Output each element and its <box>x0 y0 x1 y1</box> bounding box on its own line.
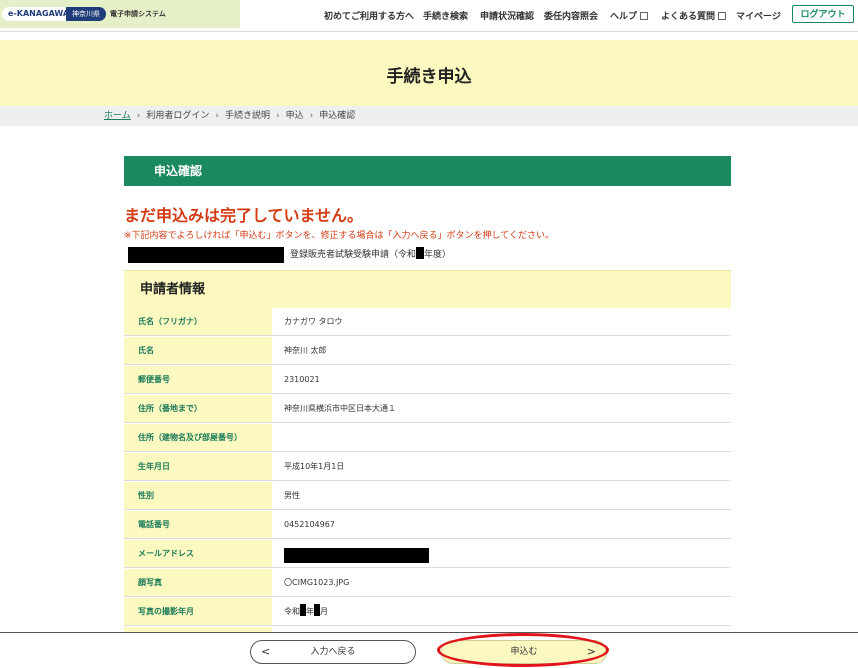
field-value: 0452104967 <box>284 520 335 529</box>
external-link-icon <box>640 11 649 20</box>
redacted-block <box>128 247 284 263</box>
back-to-input-button[interactable]: < 入力へ戻る <box>250 640 416 664</box>
highlight-circle <box>437 633 609 667</box>
site-logo[interactable]: e-KANAGAWA 神奈川県 電子申請システム <box>0 0 240 28</box>
logout-button[interactable]: ログアウト <box>792 5 854 23</box>
field-row-postal: 郵便番号 2310021 <box>124 366 731 394</box>
chevron-right-icon: › <box>309 111 314 121</box>
section-header: 申込確認 <box>124 156 731 186</box>
action-bar <box>0 632 858 668</box>
field-row-photo: 顔写真 〇CIMG1023.JPG <box>124 569 731 597</box>
back-button-label: 入力へ戻る <box>310 647 356 657</box>
breadcrumb-home-link[interactable]: ホーム <box>104 111 131 121</box>
field-row-photo-date: 写真の撮影年月 令和年月 <box>124 598 731 626</box>
warning-note: ※下記内容でよろしければ「申込む」ボタンを、修正する場合は「入力へ戻る」ボタンを… <box>124 231 555 241</box>
breadcrumb-item: 申込 <box>285 111 304 121</box>
field-row-building: 住所（建物名及び部屋番号） <box>124 424 731 452</box>
field-label: 郵便番号 <box>124 366 272 393</box>
field-value: 〇CIMG1023.JPG <box>284 578 350 587</box>
field-label: 生年月日 <box>124 453 272 480</box>
nav-application-status[interactable]: 申請状況確認 <box>480 0 534 31</box>
applicant-group-title: 申請者情報 <box>124 270 731 308</box>
field-value: 平成10年1月1日 <box>284 462 345 471</box>
field-label: 写真の撮影年月 <box>124 598 272 625</box>
field-label: 性別 <box>124 482 272 509</box>
nav-faq[interactable]: よくある質問 <box>661 0 727 31</box>
redacted-block <box>416 247 425 259</box>
field-label: 電話番号 <box>124 511 272 538</box>
field-row-gender: 性別 男性 <box>124 482 731 510</box>
redacted-block <box>284 548 429 563</box>
field-row-address: 住所（番地まで） 神奈川県横浜市中区日本大通１ <box>124 395 731 423</box>
field-value: 男性 <box>284 491 300 500</box>
field-value: 神奈川 太郎 <box>284 346 327 355</box>
external-link-icon <box>718 11 727 20</box>
field-value: 神奈川県横浜市中区日本大通１ <box>284 404 396 413</box>
field-row-phone: 電話番号 0452104967 <box>124 511 731 539</box>
page-hero: 手続き申込 <box>0 40 858 106</box>
breadcrumb: ホーム › 利用者ログイン › 手続き説明 › 申込 › 申込確認 <box>0 106 858 126</box>
field-label: 住所（番地まで） <box>124 395 272 422</box>
page-title: 手続き申込 <box>386 67 472 87</box>
field-value: 2310021 <box>284 375 320 384</box>
nav-procedure-search[interactable]: 手続き検索 <box>423 0 468 31</box>
chevron-right-icon: › <box>275 111 280 121</box>
breadcrumb-item: 利用者ログイン <box>146 111 210 121</box>
nav-delegation[interactable]: 委任内容照会 <box>544 0 598 31</box>
logo-system-name: 電子申請システム <box>110 10 166 18</box>
logo-mark: e-KANAGAWA <box>2 7 76 21</box>
procedure-name: 登録販売者試験受験申請（令和 年度） <box>128 246 731 264</box>
field-row-name: 氏名 神奈川 太郎 <box>124 337 731 365</box>
logo-prefecture: 神奈川県 <box>66 7 106 21</box>
field-label: 住所（建物名及び部屋番号） <box>124 424 272 451</box>
field-label: メールアドレス <box>124 540 272 567</box>
breadcrumb-item: 手続き説明 <box>224 111 270 121</box>
top-bar: e-KANAGAWA 神奈川県 電子申請システム 初めてご利用する方へ 手続き検… <box>0 0 858 32</box>
field-value: カナガワ タロウ <box>284 317 343 326</box>
field-row-birthdate: 生年月日 平成10年1月1日 <box>124 453 731 481</box>
nav-first-time[interactable]: 初めてご利用する方へ <box>324 0 414 31</box>
field-label: 氏名（フリガナ） <box>124 308 272 335</box>
field-label: 氏名 <box>124 337 272 364</box>
chevron-right-icon: › <box>136 111 141 121</box>
warning-title: まだ申込みは完了していません。 <box>124 206 364 225</box>
nav-mypage[interactable]: マイページ <box>736 0 781 31</box>
nav-help[interactable]: ヘルプ <box>610 0 649 31</box>
field-row-kana: 氏名（フリガナ） カナガワ タロウ <box>124 308 731 336</box>
chevron-right-icon: › <box>215 111 219 121</box>
procedure-name-suffix: 年度） <box>424 250 452 260</box>
procedure-name-text: 登録販売者試験受験申請（令和 <box>290 250 417 260</box>
field-label: 顔写真 <box>124 569 272 596</box>
field-value: 令和年月 <box>284 598 328 625</box>
breadcrumb-current: 申込確認 <box>319 111 356 121</box>
chevron-left-icon: < <box>261 645 271 658</box>
field-row-email: メールアドレス <box>124 540 731 568</box>
